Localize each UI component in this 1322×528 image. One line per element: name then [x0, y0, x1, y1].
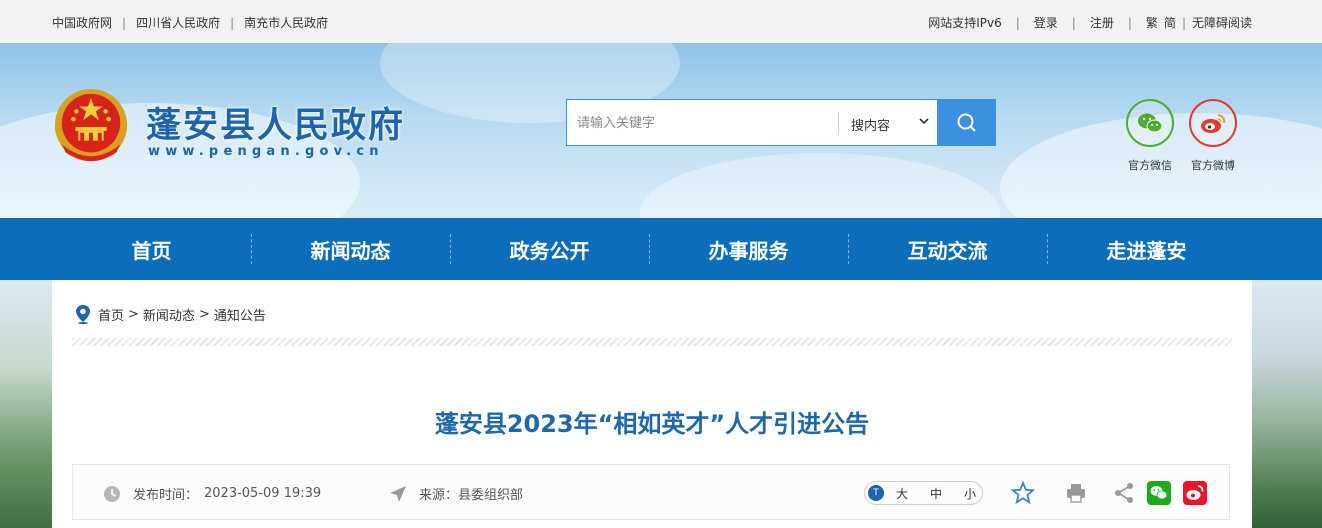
register-link[interactable]: 注册	[1090, 14, 1114, 31]
print-icon	[1067, 484, 1085, 503]
top-bar: 中国政府网 | 四川省人民政府 | 南充市人民政府 网站支持IPv6 | 登录 …	[0, 0, 1322, 43]
share-button[interactable]	[1112, 481, 1136, 505]
login-link[interactable]: 登录	[1034, 14, 1058, 31]
search-scope-select[interactable]: 搜内容	[851, 115, 890, 134]
ipv6-label: 网站支持IPv6	[928, 16, 1002, 30]
font-size-small[interactable]: 小	[964, 485, 976, 502]
share-weibo-button[interactable]	[1183, 481, 1207, 505]
divider: |	[1015, 15, 1020, 30]
weibo-icon	[1189, 99, 1237, 147]
simplified-chinese-link[interactable]: 简	[1164, 14, 1176, 31]
publish-label: 发布时间：	[133, 488, 199, 503]
breadcrumb-news[interactable]: 新闻动态	[143, 305, 195, 324]
font-size-icon: T	[868, 485, 884, 501]
share-icon	[1115, 483, 1133, 503]
weibo-icon	[1183, 481, 1207, 505]
nav-about-pengan[interactable]: 走进蓬安	[1047, 218, 1246, 280]
source-value: 县委组织部	[458, 488, 524, 503]
article-meta-bar: 发布时间： 2023-05-09 19:39 来源： 县委组织部 T 大 中 小	[72, 464, 1230, 520]
link-central-gov[interactable]: 中国政府网	[52, 14, 112, 31]
source-arrow-icon	[390, 485, 406, 502]
divider: |	[1127, 15, 1132, 30]
article-panel: 首页 > 新闻动态 > 通知公告 蓬安县2023年“相如英才”人才引进公告 发布…	[52, 280, 1252, 528]
traditional-chinese-link[interactable]: 繁	[1146, 14, 1158, 31]
breadcrumb-home[interactable]: 首页	[98, 305, 124, 324]
site-url: www.pengan.gov.cn	[148, 144, 384, 159]
print-button[interactable]	[1064, 481, 1088, 505]
share-wechat-button[interactable]	[1147, 481, 1171, 505]
wechat-icon	[1147, 481, 1171, 505]
main-nav: 首页 新闻动态 政务公开 办事服务 互动交流 走进蓬安	[0, 218, 1322, 280]
source-info: 来源： 县委组织部	[389, 484, 523, 503]
weibo-label: 官方微博	[1191, 159, 1235, 172]
site-title[interactable]: 蓬安县人民政府	[146, 97, 405, 148]
publish-time: 2023-05-09 19:39	[204, 486, 322, 501]
nav-interaction[interactable]: 互动交流	[848, 218, 1047, 280]
divider: |	[122, 15, 127, 30]
star-icon	[1011, 481, 1035, 505]
accessibility-link[interactable]: 无障碍阅读	[1192, 14, 1252, 31]
location-icon	[76, 305, 90, 324]
breadcrumb: 首页 > 新闻动态 > 通知公告	[74, 304, 266, 324]
weibo-official[interactable]: 官方微博	[1183, 99, 1243, 173]
header-banner: 蓬安县人民政府 www.pengan.gov.cn 搜内容 官方微信	[0, 43, 1322, 218]
search-button[interactable]	[937, 99, 996, 146]
font-size-large[interactable]: 大	[896, 485, 908, 502]
article-title: 蓬安县2023年“相如英才”人才引进公告	[434, 410, 870, 438]
wechat-label: 官方微信	[1128, 159, 1172, 172]
divider	[838, 112, 839, 134]
search-icon	[957, 113, 976, 132]
breadcrumb-notices[interactable]: 通知公告	[214, 305, 266, 324]
wechat-icon	[1126, 99, 1174, 147]
side-scenery-left	[0, 280, 52, 528]
divider: |	[230, 15, 235, 30]
breadcrumb-separator: >	[198, 306, 210, 322]
nav-news[interactable]: 新闻动态	[251, 218, 450, 280]
divider: |	[1181, 15, 1186, 30]
user-links: 网站支持IPv6 | 登录 | 注册 | 繁 简 | 无障碍阅读	[928, 14, 1252, 31]
nav-home[interactable]: 首页	[52, 218, 251, 280]
font-size-medium[interactable]: 中	[930, 485, 942, 502]
search-box: 搜内容	[566, 99, 996, 147]
publish-info: 发布时间： 2023-05-09 19:39	[103, 484, 321, 503]
gov-links: 中国政府网 | 四川省人民政府 | 南充市人民政府	[52, 14, 328, 31]
font-size-switcher: T 大 中 小	[864, 481, 983, 505]
clock-icon	[104, 485, 120, 502]
breadcrumb-separator: >	[128, 306, 139, 322]
source-label: 来源：	[419, 488, 459, 503]
favorite-button[interactable]	[1011, 481, 1035, 505]
divider: |	[1071, 15, 1076, 30]
national-emblem-logo	[54, 88, 128, 162]
search-input[interactable]	[567, 100, 849, 147]
nav-services[interactable]: 办事服务	[649, 218, 848, 280]
wechat-official[interactable]: 官方微信	[1120, 99, 1180, 173]
link-sichuan-gov[interactable]: 四川省人民政府	[136, 14, 220, 31]
nav-government-affairs[interactable]: 政务公开	[450, 218, 649, 280]
side-scenery-right	[1252, 280, 1322, 528]
link-nanchong-gov[interactable]: 南充市人民政府	[244, 14, 328, 31]
divider-stripe	[72, 338, 1232, 346]
chevron-down-icon[interactable]	[917, 114, 931, 128]
